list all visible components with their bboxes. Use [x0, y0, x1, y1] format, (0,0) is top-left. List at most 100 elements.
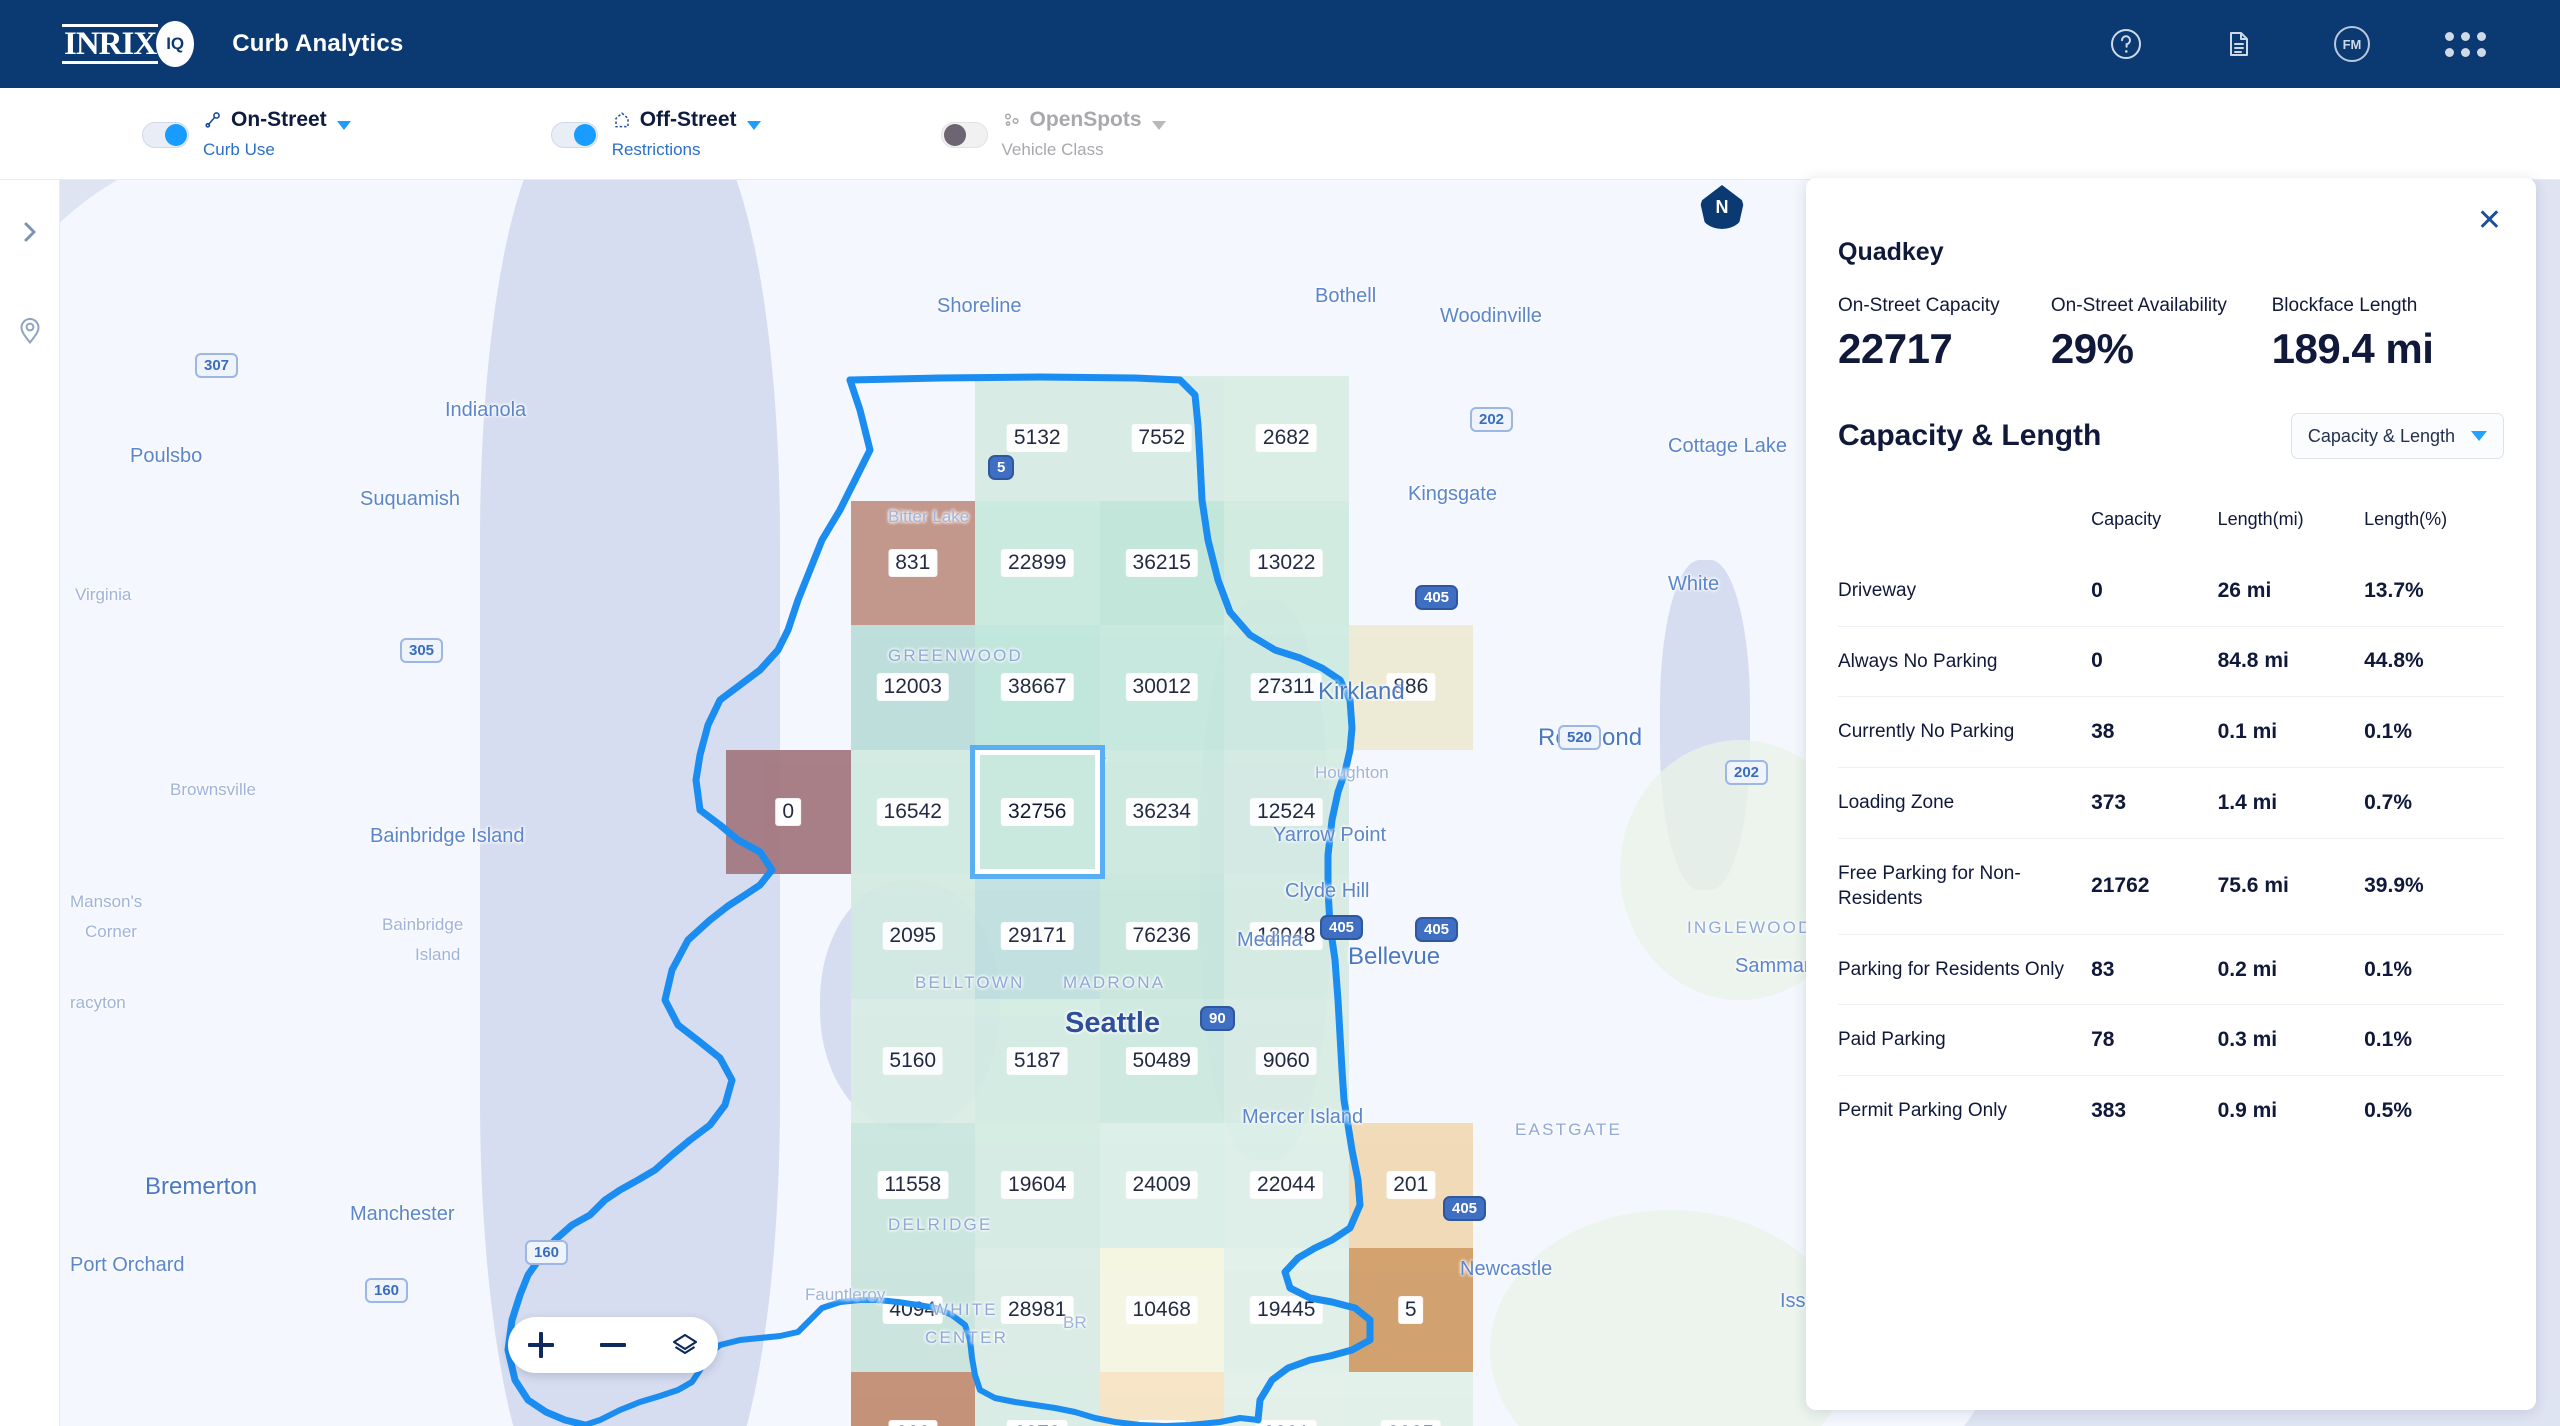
off-street-toggle[interactable]	[550, 122, 598, 148]
quadkey-cell-value: 16542	[877, 798, 948, 825]
left-rail	[0, 180, 60, 1426]
map-layers-icon[interactable]	[662, 1322, 708, 1368]
kpi-label: Blockface Length	[2271, 295, 2418, 316]
quadkey-cell[interactable]: 12003	[850, 625, 975, 750]
quadkey-cell[interactable]: 6391	[1224, 1372, 1349, 1426]
route-shield-icon: 160	[365, 1278, 409, 1303]
page-title: Quadkey	[1838, 238, 1944, 266]
cell-capacity: 0	[2091, 625, 2218, 697]
cell-length-mi: 0.9 mi	[2217, 1075, 2365, 1146]
location-pin-icon[interactable]	[0, 300, 60, 360]
cell-capacity: 78	[2091, 1004, 2218, 1076]
quadkey-cell[interactable]: 201	[1348, 1123, 1473, 1248]
openspots-row: OpenSpots	[1002, 107, 1142, 133]
quadkey-cell[interactable]: 36234	[1099, 749, 1224, 874]
app-grid-icon[interactable]	[2444, 24, 2486, 64]
map-place-label: Indianola	[445, 399, 527, 421]
quadkey-cell[interactable]: 13022	[1224, 500, 1349, 625]
quadkey-cell[interactable]: 5132	[975, 376, 1100, 501]
kpi-value: 22717	[1838, 325, 1953, 372]
quadkey-cell[interactable]: 38667	[975, 625, 1100, 750]
expand-panel-chevron-icon[interactable]	[0, 202, 60, 262]
openspots-toggle[interactable]	[940, 122, 988, 148]
off-street-text: Off-Street Restrictions	[612, 107, 737, 160]
inrix-iq-logo[interactable]: INRIX IQ	[62, 21, 195, 67]
quadkey-cell[interactable]: 10468	[1099, 1247, 1224, 1372]
quadkey-cell[interactable]: 36215	[1099, 500, 1224, 625]
openspots-sublabel: Vehicle Class	[1001, 140, 1104, 159]
quadkey-cell-value: 76236	[1126, 923, 1197, 950]
quadkey-cell-value: 13022	[1251, 549, 1322, 576]
quadkey-cell[interactable]: 7552	[1099, 376, 1224, 501]
cell-category: Loading Zone	[1838, 766, 2092, 839]
on-street-toggle[interactable]	[142, 122, 189, 148]
on-street-dropdown-caret[interactable]	[336, 121, 351, 130]
on-street-row: On-Street	[203, 107, 327, 133]
route-shield-icon: 307	[195, 353, 239, 378]
quadkey-cell[interactable]: 5160	[850, 998, 975, 1123]
app-grid-dots	[2444, 31, 2486, 57]
zoom-in-button[interactable]	[518, 1322, 564, 1368]
map-place-label: BELLTOWN	[915, 973, 1025, 992]
kpi-on-street-availability: On-Street Availability 29%	[2051, 295, 2254, 373]
col-header-length-mi: Length(mi)	[2217, 509, 2304, 529]
quadkey-cell-value: 36215	[1126, 549, 1197, 576]
quadkey-cell-value: 27311	[1251, 674, 1321, 701]
section-title: Capacity & Length	[1838, 419, 2102, 452]
cell-length-mi: 0.2 mi	[2217, 933, 2365, 1005]
help-icon[interactable]	[2106, 24, 2146, 64]
quadkey-cell[interactable]: 5	[1348, 1247, 1473, 1372]
document-icon[interactable]	[2219, 24, 2259, 64]
cell-length-mi: 75.6 mi	[2217, 837, 2365, 935]
quadkey-cell-value: 22044	[1251, 1172, 1322, 1199]
openspots-dropdown-caret[interactable]	[1151, 121, 1166, 130]
user-avatar-fm[interactable]: FM	[2332, 24, 2372, 64]
quadkey-cell[interactable]: 0	[726, 749, 851, 874]
quadkey-cell-value: 10468	[1126, 1296, 1197, 1323]
cell-capacity: 0	[2091, 578, 2103, 602]
map-place-label: Fauntleroy	[805, 1285, 886, 1304]
quadkey-cell-value: 36234	[1126, 798, 1197, 825]
quadkey-cell-value: 19445	[1251, 1296, 1322, 1323]
quadkey-cell[interactable]: 30012	[1099, 625, 1224, 750]
cell-length-pct: 0.7%	[2364, 766, 2504, 839]
metric-select[interactable]: Capacity & Length	[2290, 413, 2504, 459]
quadkey-cell[interactable]: 32756	[975, 749, 1100, 874]
quadkey-cell[interactable]: 948	[1099, 1372, 1224, 1426]
quadkey-cell[interactable]: 16542	[850, 749, 975, 874]
map-place-label: racyton	[70, 993, 126, 1012]
col-header-capacity: Capacity	[2091, 509, 2162, 529]
quadkey-cell-value: 5	[1398, 1296, 1423, 1323]
quadkey-cell[interactable]: 22044	[1224, 1123, 1349, 1248]
route-shield-icon: 202	[1470, 407, 1514, 432]
quadkey-cell[interactable]: 22899	[975, 500, 1100, 625]
quadkey-cell[interactable]: 3285	[1348, 1372, 1473, 1426]
route-shield-icon: 405	[1415, 585, 1459, 610]
quadkey-cell-value: 0	[776, 798, 801, 825]
quadkey-cell[interactable]: 19445	[1224, 1247, 1349, 1372]
toolbar-group-off-street: Off-Street Restrictions	[550, 107, 761, 160]
table-row: Driveway 0 26 mi 13.7%	[1838, 556, 2504, 626]
section-header: Capacity & Length Capacity & Length	[1838, 413, 2504, 459]
table-row: Always No Parking 0 84.8 mi 44.8%	[1838, 625, 2504, 697]
off-street-sublabel: Restrictions	[611, 140, 701, 159]
table-body: Driveway 0 26 mi 13.7% Always No Parking 0 84.…	[1838, 556, 2504, 1146]
table-header-row: Capacity Length(mi) Length(%)	[1838, 509, 2504, 556]
off-street-dropdown-caret[interactable]	[746, 121, 761, 130]
quadkey-cell[interactable]: 19604	[975, 1123, 1100, 1248]
kpi-value: 29%	[2050, 325, 2134, 372]
on-street-text: On-Street Curb Use	[203, 107, 327, 160]
cell-length-mi: 1.4 mi	[2217, 766, 2365, 839]
quadkey-cell[interactable]: 660	[850, 1372, 975, 1426]
quadkey-cell-value: 28981	[1002, 1296, 1073, 1323]
close-icon[interactable]: ✕	[2477, 206, 2502, 236]
detail-panel: ✕ Quadkey On-Street Capacity 22717 On-St…	[1806, 178, 2536, 1410]
quadkey-cell[interactable]: 6873	[975, 1372, 1100, 1426]
quadkey-cell[interactable]: 2682	[1224, 376, 1349, 501]
quadkey-cell[interactable]: 24009	[1099, 1123, 1224, 1248]
map-place-label: BR	[1063, 1313, 1087, 1332]
zoom-out-button[interactable]	[590, 1322, 636, 1368]
cell-capacity: 83	[2091, 933, 2218, 1005]
quadkey-cell[interactable]: 9060	[1224, 998, 1349, 1123]
cell-category: Always No Parking	[1838, 625, 2092, 697]
